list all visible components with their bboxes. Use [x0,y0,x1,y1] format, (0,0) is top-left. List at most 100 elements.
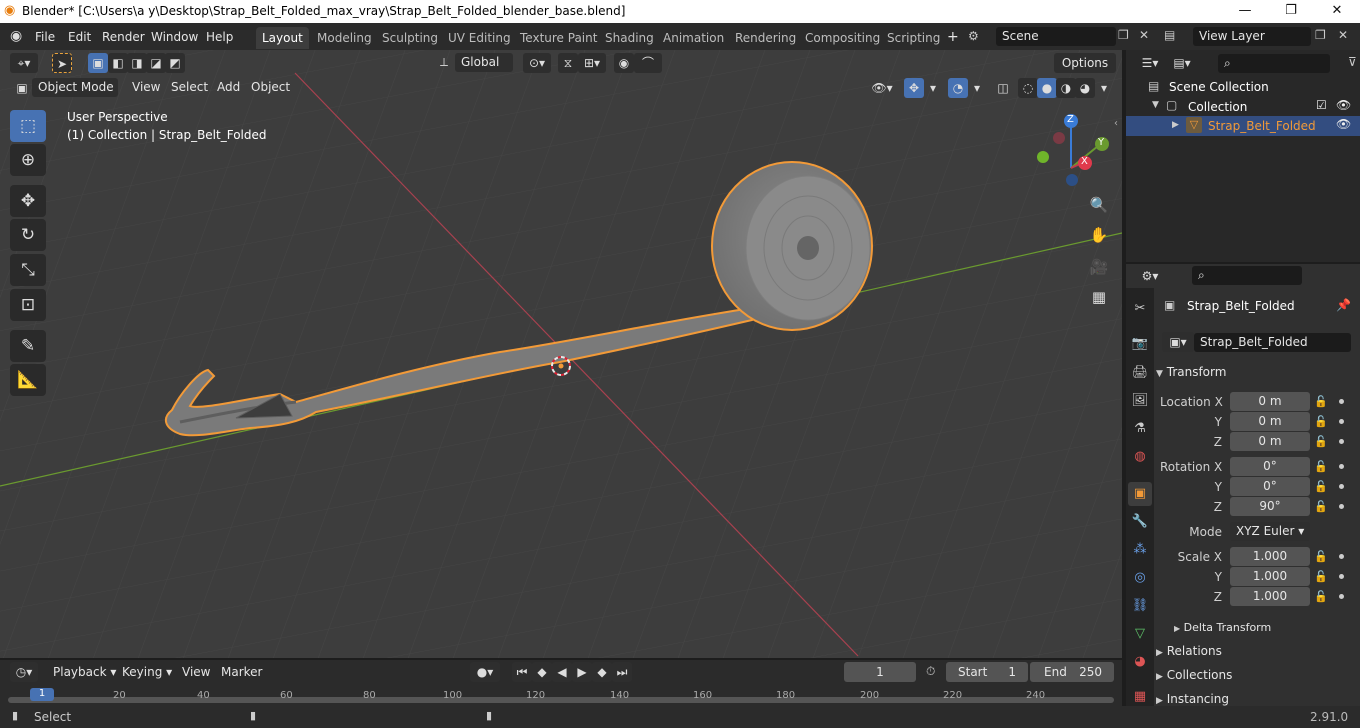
snap-icon[interactable]: ⧖ [558,53,578,73]
orientation-icon[interactable]: ⟂ [440,55,448,70]
workspace-tab-layout[interactable]: Layout [256,27,309,49]
render-tab-icon[interactable]: 📷 [1128,332,1152,356]
3d-viewport[interactable]: Z Y X User Perspective (1) Collection | … [0,50,1122,658]
workspace-tab-shading[interactable]: Shading [599,27,660,49]
close-button[interactable]: ✕ [1314,0,1360,23]
properties-editor-type-icon[interactable]: ⚙▾ [1136,266,1164,286]
rotation-z-field[interactable]: 90° [1230,497,1310,516]
data-tab-icon[interactable]: ▽ [1128,622,1152,646]
new-view-layer-icon[interactable]: ❐ [1315,28,1326,42]
location-y-keyframe-dot[interactable] [1339,419,1344,424]
annotate-tool-icon[interactable]: ✎ [10,330,46,362]
object-name-field[interactable]: Strap_Belt_Folded [1194,333,1351,352]
location-x-field[interactable]: 0 m [1230,392,1310,411]
menu-render[interactable]: Render [97,28,150,46]
workspace-tab-modeling[interactable]: Modeling [311,27,378,49]
prev-keyframe-icon[interactable]: ◆ [532,662,552,682]
material-tab-icon[interactable]: ◕ [1128,650,1152,674]
rendered-shading-icon[interactable]: ◕ [1075,78,1095,98]
outliner-collection[interactable]: Collection [1188,100,1247,114]
play-reverse-icon[interactable]: ◀ [552,662,572,682]
play-icon[interactable]: ▶ [572,662,592,682]
properties-search-field[interactable]: ⌕ [1192,266,1302,285]
viewport-menu-object[interactable]: Object [246,78,295,96]
new-scene-icon[interactable]: ❐ [1118,28,1129,42]
remove-scene-icon[interactable]: ✕ [1139,28,1149,42]
pan-hand-icon[interactable]: ✋ [1086,222,1112,248]
select-intersect-icon[interactable]: ◩ [165,53,185,73]
timeline-editor-type-icon[interactable]: ◷▾ [10,662,38,682]
current-frame-field[interactable]: 1 [844,662,916,682]
scale-z-keyframe-dot[interactable] [1339,594,1344,599]
timeline-menu-marker[interactable]: Marker [216,663,267,681]
tool-tab-icon[interactable]: ✂ [1128,297,1152,321]
overlay-toggle-icon[interactable]: ◔ [948,78,968,98]
outliner-scene-collection[interactable]: Scene Collection [1169,80,1269,94]
outliner-filter-icon[interactable]: ⊽ [1348,55,1357,69]
scene-icon[interactable]: ⚙ [968,29,979,43]
rotation-y-lock-icon[interactable]: 🔓 [1314,480,1328,493]
jump-start-icon[interactable]: ⏮ [512,662,532,682]
scale-y-keyframe-dot[interactable] [1339,574,1344,579]
particles-tab-icon[interactable]: ⁂ [1128,538,1152,562]
scene-selector[interactable]: Scene [996,27,1116,46]
scale-tool-icon[interactable]: ⤡ [10,254,46,286]
timeline-menu-view[interactable]: View [177,663,215,681]
falloff-icon[interactable]: ⌒ [634,53,662,73]
record-keyframe-icon[interactable]: ●▾ [470,662,500,682]
outliner-object-row[interactable]: ▶ ▽ Strap_Belt_Folded 👁 [1126,116,1360,136]
overlay-dropdown-icon[interactable]: ▾ [967,78,987,98]
scale-x-keyframe-dot[interactable] [1339,554,1344,559]
frame-marker-current[interactable]: 1 [30,688,54,701]
stopwatch-icon[interactable]: ⏱ [926,664,935,679]
menu-file[interactable]: File [30,28,60,46]
end-frame-field[interactable]: End 250 [1030,662,1114,682]
delta-transform-header[interactable]: ▶ Delta Transform [1174,617,1334,639]
location-x-lock-icon[interactable]: 🔓 [1314,395,1328,408]
view-layer-tab-icon[interactable]: 🖼 [1128,389,1152,413]
world-tab-icon[interactable]: ◍ [1128,445,1152,469]
workspace-tab-sculpting[interactable]: Sculpting [376,27,444,49]
blender-menu-icon[interactable]: ◉ [10,28,22,44]
scale-x-field[interactable]: 1.000 [1230,547,1310,566]
location-z-keyframe-dot[interactable] [1339,439,1344,444]
collections-panel-header[interactable]: ▶ Collections [1156,664,1354,686]
workspace-tab-texture-paint[interactable]: Texture Paint [514,27,603,49]
xray-icon[interactable]: ◫ [993,78,1013,98]
outliner-search-field[interactable]: ⌕ [1218,54,1330,73]
mode-dropdown[interactable]: Object Mode [32,78,118,97]
wireframe-shading-icon[interactable]: ◌ [1018,78,1038,98]
start-frame-field[interactable]: Start 1 [946,662,1028,682]
rotate-tool-icon[interactable]: ↻ [10,219,46,251]
workspace-tab-animation[interactable]: Animation [657,27,730,49]
transform-tool-icon[interactable]: ⊡ [10,289,46,321]
ortho-grid-icon[interactable]: ▦ [1086,284,1112,310]
snap-target-icon[interactable]: ⊞▾ [578,53,606,73]
location-z-lock-icon[interactable]: 🔓 [1314,435,1328,448]
select-tool-icon[interactable]: ➤ [52,53,72,73]
select-box-tool-icon[interactable]: ⬚ [10,110,46,142]
rotation-y-keyframe-dot[interactable] [1339,484,1344,489]
rotation-x-keyframe-dot[interactable] [1339,464,1344,469]
transform-orientation-dropdown[interactable]: Global [455,53,513,72]
viewport-menu-add[interactable]: Add [212,78,245,96]
rotation-x-lock-icon[interactable]: 🔓 [1314,460,1328,473]
measure-tool-icon[interactable]: 📐 [10,364,46,396]
object-tab-icon[interactable]: ▣ [1128,482,1152,506]
relations-panel-header[interactable]: ▶ Relations [1156,640,1354,662]
pin-icon[interactable]: 📌 [1336,298,1351,312]
options-dropdown[interactable]: Options [1054,53,1116,73]
output-tab-icon[interactable]: 🖨 [1128,361,1152,385]
collection-checkbox-icon[interactable]: ☑ [1316,98,1327,112]
select-subtract-icon[interactable]: ◨ [127,53,147,73]
workspace-tab-uv-editing[interactable]: UV Editing [442,27,517,49]
location-y-lock-icon[interactable]: 🔓 [1314,415,1328,428]
camera-view-icon[interactable]: 🎥 [1086,254,1112,280]
rotation-y-field[interactable]: 0° [1230,477,1310,496]
scale-y-lock-icon[interactable]: 🔓 [1314,570,1328,583]
menu-window[interactable]: Window [146,28,203,46]
rotation-mode-dropdown[interactable]: XYZ Euler ▾ [1230,522,1310,541]
maximize-button[interactable]: ❐ [1268,0,1314,23]
gizmo-toggle-icon[interactable]: ✥ [904,78,924,98]
view-layer-selector[interactable]: View Layer [1193,27,1311,46]
